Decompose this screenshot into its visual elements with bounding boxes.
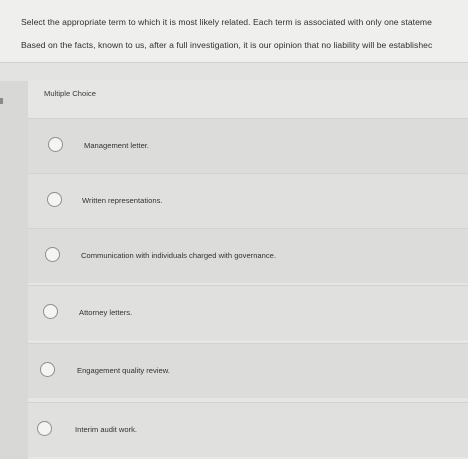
radio-button-icon[interactable] — [45, 247, 60, 262]
answer-option-1[interactable]: Management letter. — [28, 118, 468, 173]
question-panel: Select the appropriate term to which it … — [0, 0, 468, 63]
option-label: Interim audit work. — [75, 425, 138, 434]
option-label: Communication with individuals charged w… — [81, 251, 277, 260]
multiple-choice-panel: Multiple Choice Management letter. Writt… — [28, 80, 468, 459]
answer-option-2[interactable]: Written representations. — [28, 173, 468, 228]
answer-option-6[interactable]: Interim audit work. — [28, 402, 468, 457]
radio-button-icon[interactable] — [37, 421, 52, 436]
radio-button-icon[interactable] — [47, 192, 62, 207]
option-label: Attorney letters. — [79, 308, 133, 317]
radio-button-icon[interactable] — [40, 362, 55, 377]
option-label: Engagement quality review. — [77, 366, 170, 375]
option-label: Management letter. — [84, 141, 150, 150]
question-statement: Based on the facts, known to us, after a… — [21, 40, 433, 50]
left-edge-marker — [0, 98, 3, 104]
answer-option-3[interactable]: Communication with individuals charged w… — [28, 228, 468, 283]
option-label: Written representations. — [82, 196, 163, 205]
radio-button-icon[interactable] — [48, 137, 63, 152]
radio-button-icon[interactable] — [43, 304, 58, 319]
answer-option-4[interactable]: Attorney letters. — [28, 285, 468, 340]
section-divider — [0, 63, 468, 81]
question-instruction: Select the appropriate term to which it … — [21, 17, 432, 27]
answer-option-5[interactable]: Engagement quality review. — [28, 343, 468, 398]
question-type-label: Multiple Choice — [44, 89, 96, 98]
